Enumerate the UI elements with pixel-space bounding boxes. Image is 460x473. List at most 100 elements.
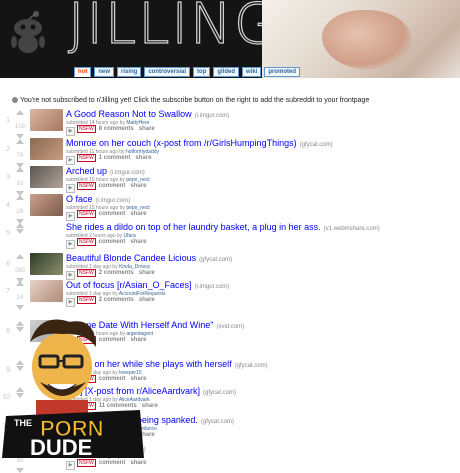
post-title-link[interactable]: Monroe on her couch (x-post from /r/Girl… (66, 138, 297, 148)
tab-wiki[interactable]: wiki (242, 67, 262, 77)
share-link[interactable]: share (139, 270, 155, 276)
post-actions: ▶ NSFW 2 comments share (66, 269, 160, 280)
nsfw-badge: NSFW (77, 154, 96, 162)
vote-box: 78 (12, 139, 28, 168)
expando-play-icon[interactable]: ▶ (66, 156, 75, 165)
tab-gilded[interactable]: gilded (213, 67, 240, 77)
post-title-link[interactable]: Out of focus [r/Asian_O_Faces] (66, 280, 192, 290)
post-thumbnail[interactable] (30, 194, 63, 216)
post-row: 2 78 Monroe on her couch (x-post from /r/G… (0, 138, 460, 168)
upvote-arrow-icon[interactable] (16, 281, 24, 286)
expando-play-icon[interactable]: ▶ (66, 212, 75, 221)
post-thumbnail[interactable] (30, 253, 63, 275)
upvote-arrow-icon[interactable] (16, 195, 24, 200)
share-link[interactable]: share (130, 239, 146, 245)
vote-box: 109 (12, 110, 28, 139)
nsfw-badge: NSFW (77, 125, 96, 133)
downvote-arrow-icon[interactable] (16, 468, 24, 473)
expando-play-icon[interactable]: ▶ (66, 240, 75, 249)
post-domain[interactable]: (gfycat.com) (203, 390, 236, 396)
downvote-arrow-icon[interactable] (16, 305, 24, 310)
post-title-link[interactable]: She rides a dildo on top of her laundry … (66, 222, 321, 232)
post-title-link[interactable]: O face (66, 194, 93, 204)
nsfw-badge: NSFW (77, 210, 96, 218)
post-domain[interactable]: (xvid.com) (216, 324, 244, 330)
post-actions: ▶ NSFW 8 comments share (66, 125, 160, 136)
tab-rising[interactable]: rising (117, 67, 142, 77)
vote-box: 260 (12, 254, 28, 283)
post-rank: 5 (6, 230, 10, 237)
upvote-arrow-icon[interactable] (16, 139, 24, 144)
upvote-arrow-icon[interactable] (16, 110, 24, 115)
expando-play-icon[interactable]: ▶ (66, 184, 75, 193)
post-score: 260 (14, 268, 25, 274)
post-thumbnail[interactable] (30, 166, 63, 188)
comments-link[interactable]: comment (99, 183, 126, 189)
post-score: 26 (16, 209, 24, 215)
post-thumbnail[interactable] (30, 138, 63, 160)
post-title-line: Beautiful Blonde Candee Licious (gfycat.c… (66, 253, 232, 263)
post-row: 4 26 O face (i.imgur.com) submitted 15 hours… (0, 194, 460, 224)
nsfw-badge: NSFW (77, 296, 96, 304)
sort-tabs: hot new rising controversial top gilded … (74, 67, 301, 77)
post-actions: ▶NSFWcomment share (66, 459, 151, 470)
logo-line1: THE (14, 418, 32, 428)
share-link[interactable]: share (139, 297, 155, 303)
post-score: 109 (14, 124, 25, 130)
comments-link[interactable]: comment (99, 211, 126, 217)
post-domain[interactable]: (gfycat.com) (201, 419, 234, 425)
subreddit-header: JILLING hot new rising controversial top… (0, 0, 460, 78)
post-domain[interactable]: (gfycat.com) (235, 363, 268, 369)
upvote-arrow-icon[interactable] (16, 254, 24, 259)
nsfw-badge: NSFW (77, 238, 96, 246)
post-domain[interactable]: (i.imgur.com) (110, 170, 145, 176)
post-row: 5 She rides a dildo on top of her laundry… (0, 222, 460, 252)
subreddit-title[interactable]: JILLING (67, 0, 279, 58)
post-domain[interactable]: (gfycat.com) (199, 257, 232, 263)
upvote-arrow-icon[interactable] (16, 223, 24, 228)
nsfw-badge: NSFW (77, 182, 96, 190)
porn-dude-logo[interactable]: THE PORN DUDE (0, 312, 150, 460)
tab-top[interactable]: top (193, 67, 211, 77)
post-domain[interactable]: (i.imgur.com) (195, 113, 230, 119)
post-title-line: A Good Reason Not to Swallow (i.imgur.com… (66, 109, 229, 119)
tab-promoted[interactable]: promoted (264, 67, 301, 77)
comments-link[interactable]: 2 comments (99, 297, 134, 303)
nsfw-badge: NSFW (77, 459, 96, 467)
tab-hot[interactable]: hot (74, 67, 92, 77)
post-domain[interactable]: (v1.webmshare.com) (324, 226, 380, 232)
post-actions: ▶NSFWcomment share (66, 238, 151, 249)
expando-play-icon[interactable]: ▶ (66, 271, 75, 280)
post-domain[interactable]: (i.imgur.com) (96, 198, 131, 204)
downvote-arrow-icon[interactable] (16, 229, 24, 234)
comments-link[interactable]: 8 comments (99, 126, 134, 132)
tab-new[interactable]: new (94, 67, 114, 77)
comments-link[interactable]: 1 comment (99, 155, 131, 161)
share-link[interactable]: share (130, 211, 146, 217)
upvote-arrow-icon[interactable] (16, 167, 24, 172)
comments-link[interactable]: comment (99, 460, 126, 466)
expando-play-icon[interactable]: ▶ (66, 127, 75, 136)
post-thumbnail[interactable] (30, 280, 63, 302)
subscribe-notice: You're not subscribed to r/Jilling yet! … (12, 97, 369, 104)
tab-controversial[interactable]: controversial (144, 67, 191, 77)
post-title-link[interactable]: Arched up (66, 166, 107, 176)
comments-link[interactable]: 2 comments (99, 270, 134, 276)
reddit-alien-icon[interactable] (6, 8, 50, 56)
share-link[interactable]: share (135, 155, 151, 161)
nsfw-badge: NSFW (77, 269, 96, 277)
post-score: 24 (16, 295, 24, 301)
comments-link[interactable]: comment (99, 239, 126, 245)
post-domain[interactable]: (gfycat.com) (300, 142, 333, 148)
post-actions: ▶ NSFW 2 comments share (66, 296, 160, 307)
post-thumbnail[interactable] (30, 109, 63, 131)
share-link[interactable]: share (139, 126, 155, 132)
expando-play-icon[interactable]: ▶ (66, 298, 75, 307)
post-title-link[interactable]: A Good Reason Not to Swallow (66, 109, 192, 119)
expando-play-icon[interactable]: ▶ (66, 461, 75, 470)
post-domain[interactable]: (i.imgur.com) (195, 284, 230, 290)
post-title-link[interactable]: Beautiful Blonde Candee Licious (66, 253, 196, 263)
share-link[interactable]: share (130, 460, 146, 466)
share-link[interactable]: share (130, 183, 146, 189)
logo-line3: DUDE (30, 435, 92, 460)
